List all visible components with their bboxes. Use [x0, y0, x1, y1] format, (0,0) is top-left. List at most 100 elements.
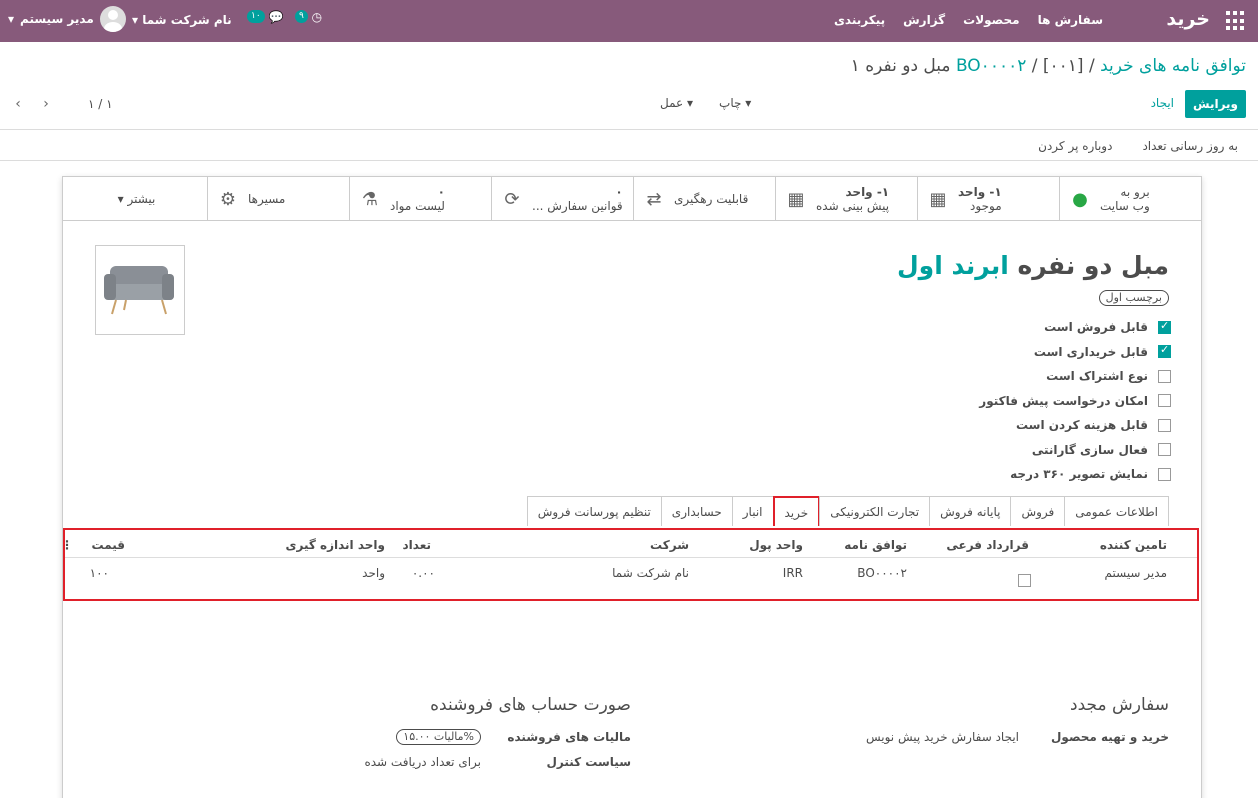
more-smart-button[interactable]: بیشتر ▾ — [66, 177, 207, 221]
checkbox-label: قابل هزینه کردن است — [1015, 418, 1148, 433]
exchange-icon: ⇄ — [646, 188, 662, 210]
col-currency[interactable]: واحد پول — [749, 538, 803, 552]
expense-checkbox[interactable] — [1158, 418, 1171, 432]
sofa-image — [104, 266, 174, 315]
tab-sales[interactable]: فروش — [1010, 496, 1066, 526]
top-navbar: خرید سفارش ها محصولات گزارش پیکربندی ▾ م… — [0, 0, 1258, 42]
smart-line1: ۱- واحد — [845, 185, 890, 199]
procurement-value[interactable]: ایجاد سفارش خرید پیش نویس — [866, 730, 1019, 744]
caret-down-icon: ▾ — [132, 13, 139, 27]
action-menu[interactable]: عمل ▾ — [660, 96, 693, 110]
tax-tag: مالیات ۱۵.۰۰% — [396, 729, 481, 745]
smart-line2: لیست مواد — [390, 199, 445, 213]
avatar — [99, 6, 126, 32]
on-hand-smart-button[interactable]: ▦ ۱- واحد موجود — [917, 177, 1059, 221]
reorder-section-title: سفارش مجدد — [1070, 695, 1169, 715]
subcontract-checkbox[interactable] — [1018, 574, 1031, 587]
update-quantity-button[interactable]: به روز رسانی تعداد — [1142, 139, 1238, 153]
form-sheet: ● برو به وب سایت ▦ ۱- واحد موجود ▦ ۱- واحد… — [61, 176, 1202, 798]
cell-agreement: BO۰۰۰۰۲ — [857, 566, 907, 580]
routes-smart-button[interactable]: ⚙ مسیرها — [207, 177, 349, 221]
product-tag: برچسب اول — [1098, 290, 1169, 306]
smart-line2: قابلیت رهگیری — [674, 192, 749, 206]
col-agreement[interactable]: توافق نامه — [844, 538, 907, 552]
chat-count-badge: ۱۰ — [247, 10, 265, 23]
breadcrumb-agreement[interactable]: BO۰۰۰۰۲ — [956, 56, 1026, 76]
edit-button[interactable]: ویرایش — [1185, 90, 1246, 118]
checkbox-row-warranty: فعال سازی گارانتی — [979, 438, 1171, 463]
tab-commission[interactable]: تنظیم پورسانت فروش — [526, 496, 662, 526]
col-uom[interactable]: واحد اندازه گیری — [285, 538, 385, 552]
bom-smart-button[interactable]: ⚗ ۰ لیست مواد — [349, 177, 491, 221]
tab-ecommerce[interactable]: تجارت الکترونیکی — [819, 496, 931, 526]
replenish-button[interactable]: دوباره پر کردن — [1038, 139, 1112, 153]
cell-vendor: مدیر سیستم — [1104, 566, 1168, 580]
chevron-right-icon[interactable]: › — [36, 96, 56, 112]
notebook-tabs: اطلاعات عمومی فروش پایانه فروش تجارت الک… — [526, 496, 1169, 526]
menu-products[interactable]: محصولات — [963, 13, 1019, 27]
cell-qty: ۰.۰۰ — [411, 566, 435, 580]
subscription-checkbox[interactable] — [1158, 369, 1171, 383]
action-menus: چاپ ▾ عمل ▾ — [660, 96, 751, 110]
col-vendor[interactable]: تامین کننده — [1100, 538, 1167, 552]
smart-line1: برو به — [1120, 185, 1150, 199]
checkbox-row-purchase: قابل خریداری است — [979, 340, 1171, 365]
checkbox-row-360: نمایش تصویر ۳۶۰ درجه — [979, 462, 1171, 487]
tab-inventory[interactable]: انبار — [731, 496, 774, 526]
col-price[interactable]: قیمت — [91, 538, 125, 552]
company-switcher[interactable]: ▾ نام شرکت شما — [132, 13, 232, 27]
sale-ok-checkbox[interactable] — [1158, 319, 1171, 334]
menu-orders[interactable]: سفارش ها — [1038, 13, 1103, 27]
activity-menu[interactable]: ۹ ◷ — [295, 10, 322, 24]
smart-line2: قوانین سفارش ... — [532, 199, 623, 213]
messaging-menu[interactable]: ۱۰ 💬 — [247, 10, 283, 24]
control-policy-value[interactable]: برای تعداد دریافت شده — [364, 755, 481, 769]
col-company[interactable]: شرکت — [650, 538, 689, 552]
breadcrumb-root[interactable]: توافق نامه های خرید — [1100, 56, 1246, 76]
checkbox-label: نوع اشتراک است — [1046, 369, 1148, 384]
pager-value[interactable]: ۱ / ۱ — [88, 97, 113, 111]
user-name: مدیر سیستم — [20, 12, 94, 26]
product-title: مبل دو نفره ابرند اول — [897, 251, 1169, 280]
main-menu: سفارش ها محصولات گزارش پیکربندی — [834, 13, 1103, 27]
pager: ‹ › ۱ / ۱ — [8, 96, 113, 112]
rfq-checkbox[interactable] — [1158, 394, 1171, 408]
print-menu[interactable]: چاپ ▾ — [719, 96, 751, 110]
col-qty[interactable]: تعداد — [403, 538, 431, 552]
reorder-rules-smart-button[interactable]: ⟳ ۰ قوانین سفارش ... — [491, 177, 633, 221]
smart-line1: ۰ — [615, 185, 623, 199]
col-subcontract[interactable]: قرارداد فرعی — [946, 538, 1029, 552]
forecast-smart-button[interactable]: ▦ ۱- واحد پیش بینی شده — [775, 177, 917, 221]
warranty-checkbox[interactable] — [1158, 443, 1171, 457]
caret-down-icon: ▾ — [117, 192, 124, 206]
product-brand[interactable]: ابرند اول — [897, 251, 1009, 280]
cell-company: نام شرکت شما — [612, 566, 689, 580]
smart-line2: بیشتر — [127, 192, 156, 206]
cell-currency: IRR — [782, 566, 803, 580]
app-brand[interactable]: خرید — [1166, 8, 1210, 30]
user-menu[interactable]: ▾ مدیر سیستم — [8, 6, 126, 32]
breadcrumb: توافق نامه های خرید / BO۰۰۰۰۲ / [۰۰۱] مب… — [850, 56, 1246, 76]
create-button[interactable]: ایجاد — [1151, 96, 1174, 110]
image-360-checkbox[interactable] — [1158, 467, 1171, 481]
smart-line1: ۱- واحد — [958, 185, 1002, 199]
product-image[interactable] — [95, 245, 185, 335]
checkbox-row-expense: قابل هزینه کردن است — [979, 413, 1171, 438]
tab-accounting[interactable]: حسابداری — [660, 496, 733, 526]
smart-line2: مسیرها — [248, 192, 286, 206]
table-header: تامین کننده قرارداد فرعی توافق نامه واحد… — [61, 530, 1197, 558]
traceability-smart-button[interactable]: ⇄ قابلیت رهگیری — [633, 177, 775, 221]
column-options-icon[interactable]: ⋮ — [61, 538, 73, 552]
globe-icon: ● — [1072, 188, 1088, 210]
tab-purchase[interactable]: خرید — [772, 496, 821, 526]
tab-general[interactable]: اطلاعات عمومی — [1064, 496, 1169, 526]
tab-pos[interactable]: پایانه فروش — [929, 496, 1012, 526]
chevron-left-icon[interactable]: ‹ — [8, 96, 28, 112]
refresh-icon: ⟳ — [504, 188, 520, 210]
menu-configuration[interactable]: پیکربندی — [834, 13, 885, 27]
table-row[interactable]: مدیر سیستم BO۰۰۰۰۲ IRR نام شرکت شما ۰.۰۰… — [65, 558, 1197, 587]
apps-menu-icon[interactable] — [1226, 11, 1246, 31]
menu-reporting[interactable]: گزارش — [903, 13, 945, 27]
purchase-ok-checkbox[interactable] — [1158, 343, 1171, 359]
website-smart-button[interactable]: ● برو به وب سایت — [1059, 177, 1201, 221]
